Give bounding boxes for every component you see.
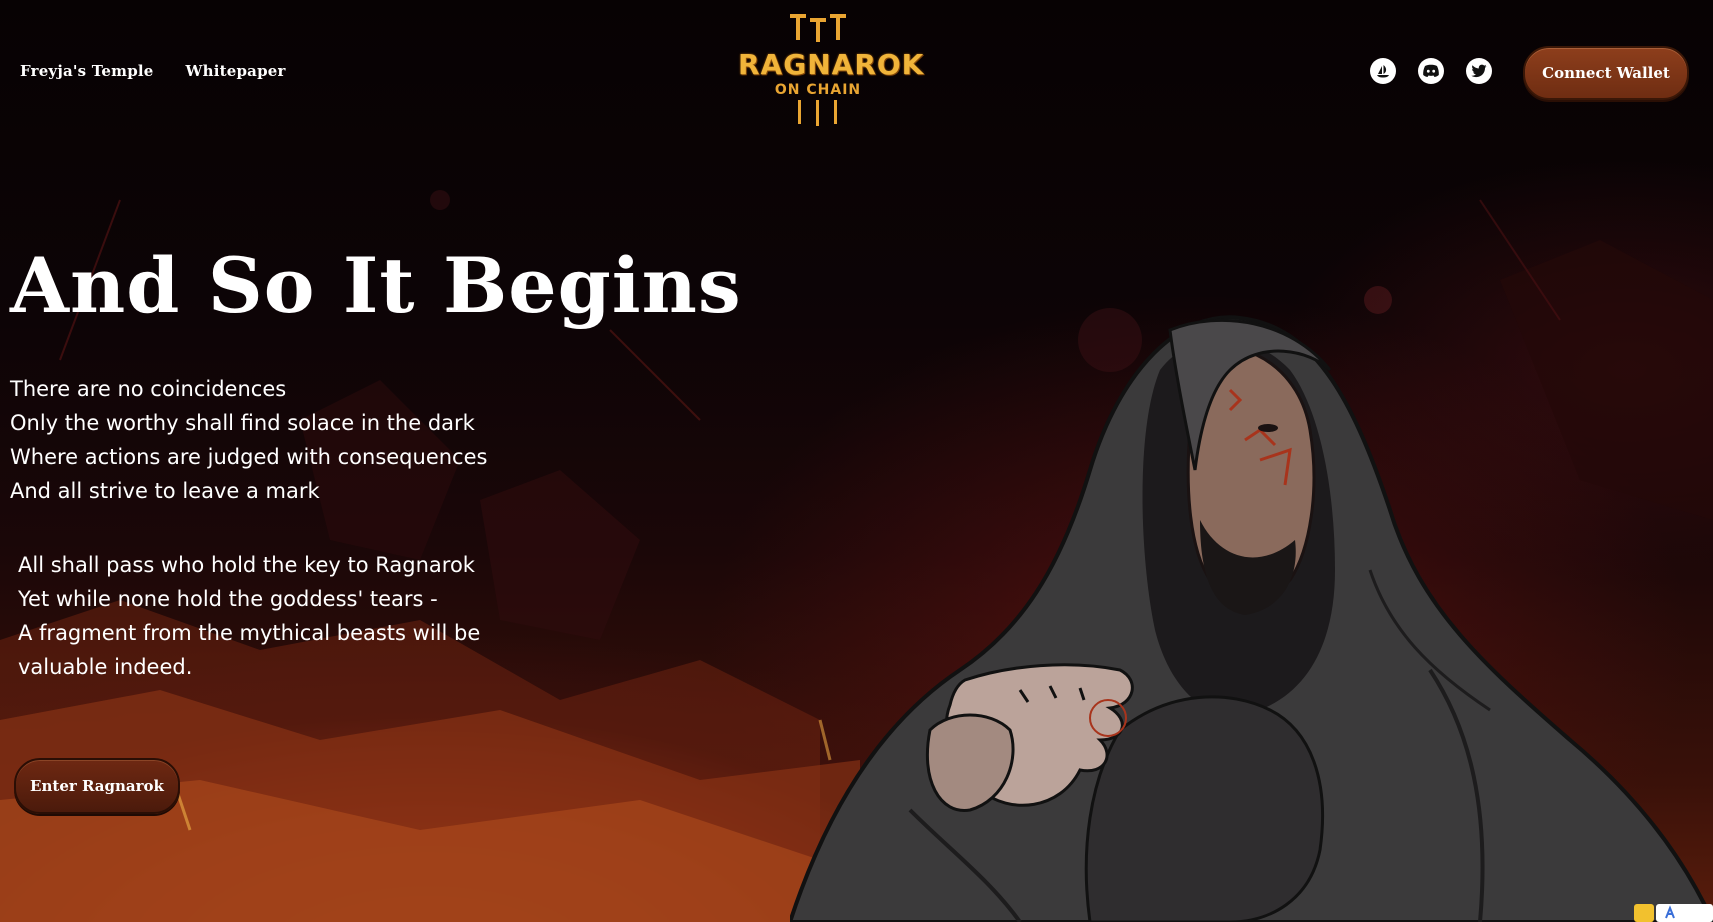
- poem-line: Only the worthy shall find solace in the…: [10, 411, 475, 435]
- logo-title: RAGNAROK: [738, 48, 925, 81]
- page: Freyja's Temple Whitepaper RAGNAROK ON C…: [0, 0, 1713, 922]
- opensea-icon[interactable]: [1370, 58, 1396, 84]
- social-links: [1370, 58, 1492, 84]
- enter-ragnarok-button[interactable]: Enter Ragnarok: [14, 758, 180, 814]
- twitter-icon[interactable]: [1466, 58, 1492, 84]
- main-nav: Freyja's Temple Whitepaper: [20, 62, 286, 80]
- poem-line: Yet while none hold the goddess' tears -: [18, 587, 438, 611]
- poem-stanza-1: There are no coincidences Only the worth…: [10, 372, 487, 508]
- connect-wallet-button[interactable]: Connect Wallet: [1523, 46, 1689, 100]
- poem-line: And all strive to leave a mark: [10, 479, 320, 503]
- poem-line: All shall pass who hold the key to Ragna…: [18, 553, 475, 577]
- logo[interactable]: RAGNAROK ON CHAIN: [738, 8, 925, 132]
- poem-line: A fragment from the mythical beasts will…: [18, 621, 481, 645]
- poem-line: There are no coincidences: [10, 377, 287, 401]
- poem-line: valuable indeed.: [18, 655, 193, 679]
- hooded-figure-illustration: [790, 315, 1713, 922]
- poem-line: Where actions are judged with consequenc…: [10, 445, 488, 469]
- translate-widget-icon[interactable]: [1634, 900, 1713, 922]
- logo-subtitle: ON CHAIN: [774, 82, 862, 98]
- nav-link-freyjas-temple[interactable]: Freyja's Temple: [20, 62, 154, 80]
- nav-link-whitepaper[interactable]: Whitepaper: [186, 62, 286, 80]
- hero-title: And So It Begins: [10, 241, 742, 330]
- discord-icon[interactable]: [1418, 58, 1444, 84]
- poem-stanza-2: All shall pass who hold the key to Ragna…: [18, 548, 480, 684]
